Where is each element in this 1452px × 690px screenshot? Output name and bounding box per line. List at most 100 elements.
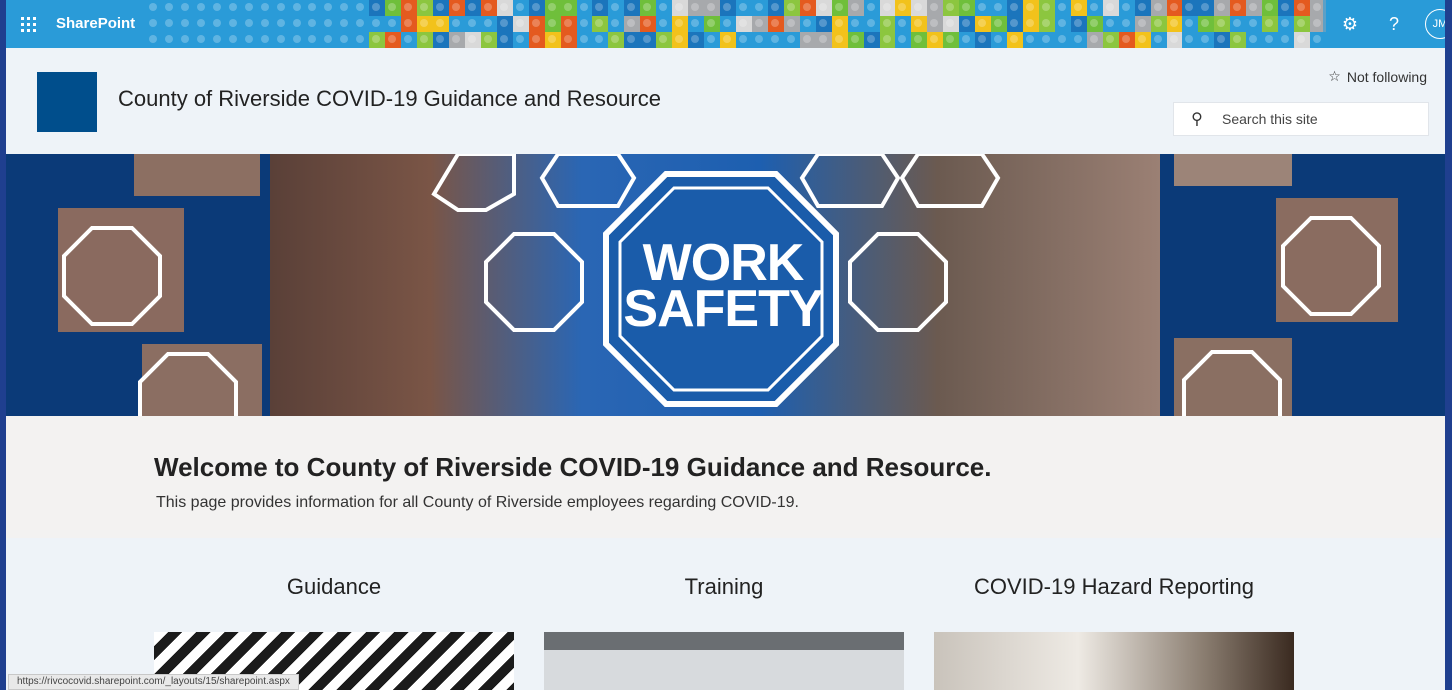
browser-frame: SharePoint ⚙ ? JM County of Riverside CO…: [4, 0, 1447, 690]
lego-brick: [1198, 16, 1215, 32]
lego-brick: [273, 16, 290, 32]
lego-brick: [353, 0, 370, 16]
help-icon[interactable]: ?: [1381, 14, 1407, 35]
lego-brick: [496, 32, 513, 48]
lego-brick: [560, 32, 577, 48]
lego-brick: [289, 32, 306, 48]
lego-brick: [209, 32, 226, 48]
lego-brick: [177, 0, 194, 16]
gear-icon[interactable]: ⚙: [1337, 14, 1363, 35]
lego-brick: [146, 16, 162, 32]
lego-brick: [895, 16, 912, 32]
lego-brick: [496, 16, 513, 32]
lego-brick: [656, 16, 673, 32]
lego-brick: [576, 32, 593, 48]
lego-brick: [704, 0, 721, 16]
lego-brick: [193, 16, 210, 32]
lego-brick: [448, 32, 465, 48]
lego-brick: [608, 32, 625, 48]
lego-brick: [209, 16, 226, 32]
lego-brick: [1070, 32, 1087, 48]
lego-brick: [911, 32, 928, 48]
lego-brick: [863, 0, 880, 16]
hazard-reporting-image[interactable]: [934, 632, 1294, 690]
lego-brick: [831, 0, 848, 16]
lego-brick: [895, 0, 912, 16]
lego-brick: [1023, 32, 1039, 48]
lego-brick: [1230, 16, 1247, 32]
lego-brick: [401, 32, 418, 48]
lego-brick: [1230, 0, 1247, 16]
lego-brick: [1278, 0, 1295, 16]
search-box[interactable]: ⚲: [1173, 102, 1429, 136]
lego-brick: [401, 0, 418, 16]
lego-brick: [464, 32, 481, 48]
lego-brick: [1166, 16, 1183, 32]
lego-brick: [720, 16, 736, 32]
lego-brick: [672, 0, 689, 16]
lego-brick: [1294, 16, 1311, 32]
lego-brick: [1038, 0, 1055, 16]
follow-button[interactable]: ☆ Not following: [1328, 68, 1427, 85]
lego-brick: [1102, 16, 1119, 32]
lego-brick: [799, 0, 816, 16]
sign-line-2: SAFETY: [623, 280, 823, 338]
lego-brick: [672, 32, 689, 48]
lego-brick: [751, 32, 768, 48]
lego-brick: [321, 0, 338, 16]
lego-brick: [815, 32, 832, 48]
lego-brick: [305, 16, 322, 32]
lego-brick: [353, 32, 370, 48]
lego-brick: [1054, 32, 1071, 48]
welcome-text: This page provides information for all C…: [156, 494, 799, 511]
lego-brick: [1134, 0, 1151, 16]
lego-brick: [560, 16, 577, 32]
lego-brick: [1134, 16, 1151, 32]
lego-brick: [1262, 0, 1279, 16]
lego-brick: [433, 0, 449, 16]
lego-brick: [927, 0, 944, 16]
site-logo[interactable]: [37, 72, 97, 132]
lego-brick: [1007, 16, 1024, 32]
lego-brick: [704, 32, 721, 48]
lego-brick: [225, 16, 242, 32]
app-launcher-button[interactable]: [6, 0, 50, 48]
lego-brick: [528, 16, 545, 32]
lego-banner: [146, 0, 1326, 48]
lego-brick: [1294, 0, 1311, 16]
lego-brick: [417, 0, 434, 16]
lego-brick: [688, 0, 705, 16]
lego-brick: [305, 0, 322, 16]
lego-brick: [448, 0, 465, 16]
lego-brick: [799, 16, 816, 32]
lego-brick: [1166, 32, 1183, 48]
lego-brick: [1102, 0, 1119, 16]
lego-brick: [879, 16, 896, 32]
lego-brick: [257, 16, 274, 32]
avatar[interactable]: JM: [1425, 9, 1445, 39]
search-input[interactable]: [1220, 110, 1414, 128]
lego-brick: [592, 32, 609, 48]
training-image[interactable]: [544, 632, 904, 690]
sharepoint-link[interactable]: SharePoint: [56, 0, 135, 48]
lego-brick: [847, 0, 864, 16]
lego-brick: [177, 32, 194, 48]
lego-brick: [337, 0, 354, 16]
lego-brick: [991, 16, 1008, 32]
lego-brick: [1262, 16, 1279, 32]
lego-brick: [767, 32, 784, 48]
lego-brick: [544, 0, 561, 16]
site-title[interactable]: County of Riverside COVID-19 Guidance an…: [118, 86, 661, 112]
lego-brick: [1230, 32, 1247, 48]
lego-brick: [1182, 16, 1199, 32]
lego-brick: [1150, 0, 1167, 16]
lego-brick: [528, 0, 545, 16]
section-title-training: Training: [684, 574, 764, 599]
lego-brick: [1214, 16, 1231, 32]
lego-brick: [496, 0, 513, 16]
suite-actions: ⚙ ? JM: [1323, 0, 1445, 48]
lego-brick: [735, 16, 752, 32]
lego-brick: [815, 0, 832, 16]
lego-brick: [879, 0, 896, 16]
lego-brick: [624, 32, 641, 48]
